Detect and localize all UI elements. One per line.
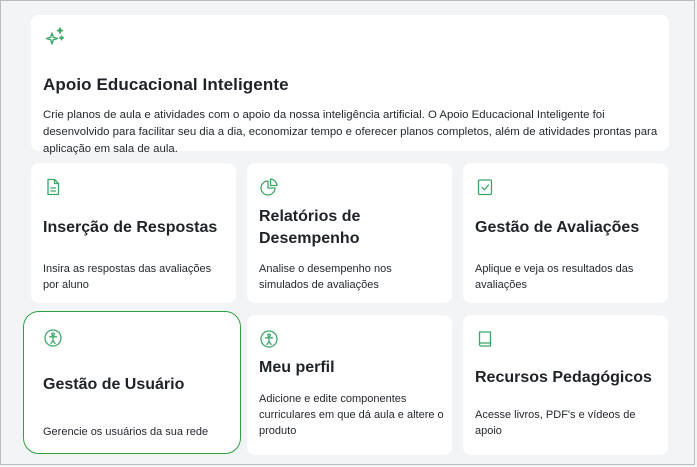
card-title: Relatórios de Desempenho (259, 208, 361, 247)
card-description: Insira as respostas das avaliações por a… (43, 263, 212, 291)
card-relatorios-desempenho[interactable]: Relatórios de Desempenho Analise o desem… (247, 163, 452, 303)
sparkles-icon (43, 25, 67, 49)
clipboard-check-icon (475, 177, 495, 197)
person-circle-icon (43, 328, 63, 348)
card-description: Aplique e veja os resultados das avaliaç… (475, 263, 634, 291)
card-gestao-usuario[interactable]: Gestão de Usuário Gerencie os usuários d… (23, 311, 241, 454)
card-gestao-avaliacoes[interactable]: Gestão de Avaliações Aplique e veja os r… (463, 163, 668, 303)
document-icon (43, 177, 63, 197)
hero-description: Crie planos de aula e atividades com o a… (43, 109, 658, 155)
hero-card: Apoio Educacional Inteligente Crie plano… (31, 15, 669, 155)
card-title: Inserção de Respostas (43, 219, 218, 236)
card-title: Meu perfil (259, 359, 335, 376)
card-recursos-pedagogicos[interactable]: Recursos Pedagógicos Acesse livros, PDF'… (463, 315, 668, 455)
card-description: Analise o desempenho nos simulados de av… (259, 263, 392, 291)
card-title: Gestão de Avaliações (475, 219, 640, 236)
card-insercao-respostas[interactable]: Inserção de Respostas Insira as resposta… (31, 163, 236, 303)
card-description: Gerencie os usuários da sua rede (43, 426, 209, 438)
book-icon (475, 329, 495, 349)
person-circle-icon (259, 329, 279, 349)
card-title: Recursos Pedagógicos (475, 369, 652, 386)
card-title: Gestão de Usuário (43, 376, 185, 393)
app-window: Apoio Educacional Inteligente Crie plano… (0, 0, 695, 465)
hero-title: Apoio Educacional Inteligente (43, 75, 289, 94)
pie-chart-icon (259, 177, 279, 197)
card-description: Acesse livros, PDF's e vídeos de apoio (475, 409, 636, 437)
card-meu-perfil[interactable]: Meu perfil Adicione e edite componentes … (247, 315, 452, 455)
card-description: Adicione e edite componentes curriculare… (259, 393, 444, 437)
